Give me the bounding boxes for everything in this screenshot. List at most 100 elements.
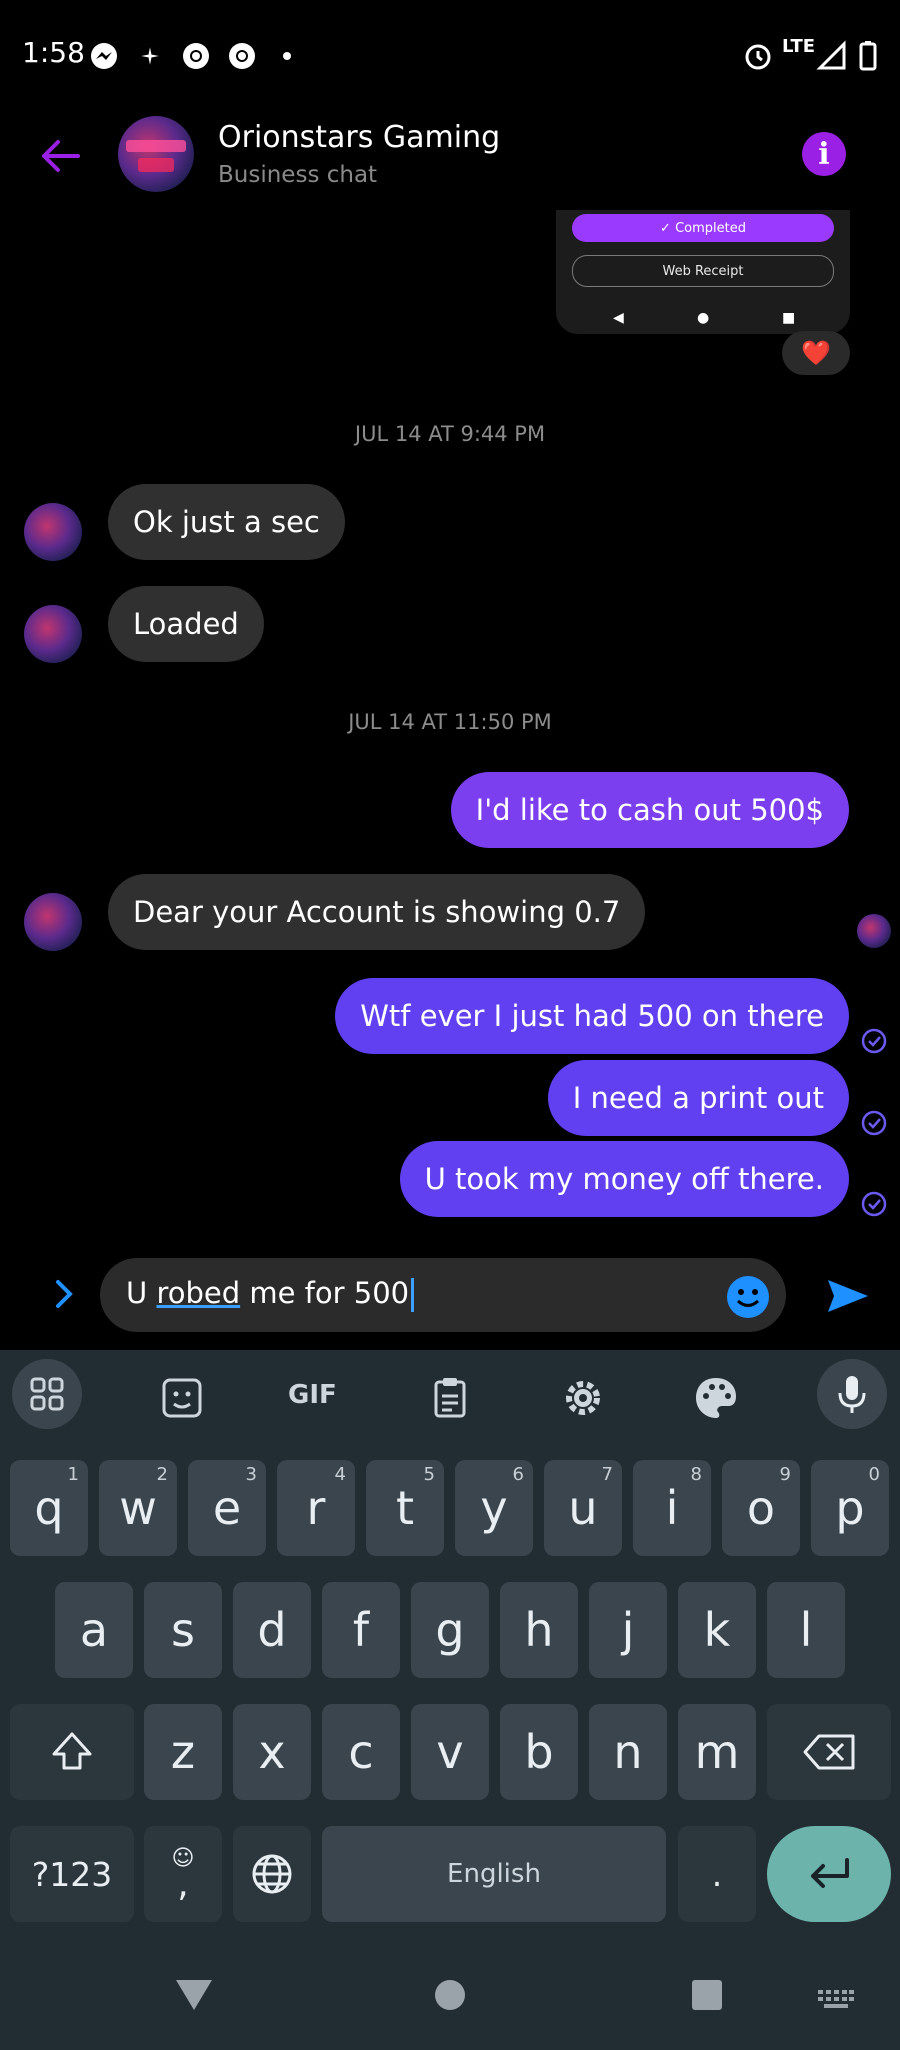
key-n[interactable]: n: [589, 1704, 667, 1800]
key-x[interactable]: x: [233, 1704, 311, 1800]
sender-avatar: [24, 503, 82, 561]
key-z[interactable]: z: [144, 1704, 222, 1800]
key-p[interactable]: p0: [811, 1460, 889, 1556]
key-hint: 2: [156, 1464, 168, 1485]
timestamp: JUL 14 AT 11:50 PM: [348, 710, 552, 734]
message-bubble-outgoing[interactable]: U took my money off there.: [399, 1141, 849, 1217]
key-d[interactable]: d: [233, 1582, 311, 1678]
image-completed-button: ✓ Completed: [572, 214, 834, 242]
backspace-key[interactable]: [767, 1704, 891, 1800]
apps-icon[interactable]: [12, 1359, 82, 1429]
timestamp: JUL 14 AT 9:44 PM: [354, 422, 546, 446]
key-label: u: [568, 1481, 598, 1535]
sender-avatar: [24, 605, 82, 663]
language-key[interactable]: [233, 1826, 311, 1922]
key-hint: 5: [423, 1464, 435, 1485]
key-f[interactable]: f: [322, 1582, 400, 1678]
enter-key[interactable]: [767, 1826, 891, 1922]
key-label: y: [480, 1481, 508, 1535]
chrome-icon: [229, 43, 255, 69]
back-arrow-icon[interactable]: [38, 134, 82, 178]
key-m[interactable]: m: [678, 1704, 756, 1800]
key-q[interactable]: q1: [10, 1460, 88, 1556]
message-input-text[interactable]: U robed me for 500: [126, 1276, 415, 1312]
key-t[interactable]: t5: [366, 1460, 444, 1556]
heart-reaction[interactable]: ❤️: [782, 331, 850, 375]
enter-icon: [811, 1858, 849, 1888]
keyboard-switch-icon[interactable]: [818, 1990, 854, 2010]
space-key[interactable]: English: [322, 1826, 666, 1922]
key-u[interactable]: u7: [544, 1460, 622, 1556]
key-j[interactable]: j: [589, 1582, 667, 1678]
mic-icon[interactable]: [817, 1359, 887, 1429]
message-bubble-incoming[interactable]: Dear your Account is showing 0.7: [108, 874, 646, 950]
globe-icon: [252, 1854, 292, 1894]
key-e[interactable]: e3: [188, 1460, 266, 1556]
keyboard: [0, 1350, 900, 2050]
key-label: ,: [177, 1864, 189, 1905]
shift-key[interactable]: [10, 1704, 134, 1800]
key-r[interactable]: r4: [277, 1460, 355, 1556]
message-bubble-incoming[interactable]: Ok just a sec: [108, 484, 345, 560]
key-s[interactable]: s: [144, 1582, 222, 1678]
palette-icon[interactable]: [690, 1372, 742, 1424]
message-bubble-outgoing[interactable]: Wtf ever I just had 500 on there: [335, 978, 849, 1054]
key-label: w: [119, 1481, 157, 1535]
emoji-icon[interactable]: [727, 1276, 769, 1318]
key-w[interactable]: w2: [99, 1460, 177, 1556]
key-hint: 0: [868, 1464, 880, 1485]
input-text-part: me for 500: [240, 1276, 410, 1310]
contact-avatar[interactable]: [118, 116, 194, 192]
backspace-icon: [803, 1734, 855, 1770]
period-key[interactable]: .: [678, 1826, 756, 1922]
send-icon[interactable]: [826, 1276, 870, 1316]
nav-back-icon[interactable]: [174, 1978, 214, 2012]
pinwheel-icon: [141, 47, 159, 65]
delivered-check-icon: [861, 1028, 887, 1054]
key-hint: 1: [67, 1464, 79, 1485]
image-nav-recents-icon: ■: [782, 310, 796, 326]
settings-icon[interactable]: [557, 1372, 609, 1424]
clipboard-icon[interactable]: [424, 1372, 476, 1424]
alarm-icon: [745, 44, 771, 70]
info-icon[interactable]: i: [802, 132, 846, 176]
input-text-part: U: [126, 1276, 157, 1310]
chat-title[interactable]: Orionstars Gaming: [218, 120, 500, 155]
gif-button[interactable]: GIF: [288, 1380, 337, 1410]
nav-home-icon[interactable]: [434, 1978, 466, 2012]
key-l[interactable]: l: [767, 1582, 845, 1678]
network-label: LTE: [782, 36, 816, 57]
symbols-key[interactable]: ?123: [10, 1826, 134, 1922]
shift-icon: [52, 1732, 92, 1770]
key-b[interactable]: b: [500, 1704, 578, 1800]
messenger-icon: [91, 43, 117, 69]
key-a[interactable]: a: [55, 1582, 133, 1678]
nav-recents-icon[interactable]: [690, 1978, 724, 2012]
expand-actions-icon[interactable]: [46, 1276, 82, 1312]
key-c[interactable]: c: [322, 1704, 400, 1800]
message-bubble-outgoing[interactable]: I need a print out: [547, 1060, 849, 1136]
sticker-icon[interactable]: [156, 1372, 208, 1424]
input-text-underlined: robed: [156, 1276, 241, 1310]
status-time: 1:58: [22, 36, 85, 69]
message-bubble-outgoing[interactable]: I'd like to cash out 500$: [450, 772, 849, 848]
heart-reaction-label: ❤️: [801, 339, 831, 367]
key-y[interactable]: y6: [455, 1460, 533, 1556]
key-label: o: [746, 1481, 776, 1535]
image-web-receipt-button: Web Receipt: [572, 255, 834, 287]
key-h[interactable]: h: [500, 1582, 578, 1678]
key-label: p: [835, 1481, 865, 1535]
sender-avatar: [24, 893, 82, 951]
image-completed-label: Completed: [675, 220, 746, 236]
key-label: r: [306, 1481, 326, 1535]
key-hint: 4: [334, 1464, 346, 1485]
comma-key[interactable]: ☺ ,: [144, 1826, 222, 1922]
battery-icon: [859, 41, 877, 71]
key-k[interactable]: k: [678, 1582, 756, 1678]
key-label: q: [34, 1481, 64, 1535]
key-o[interactable]: o9: [722, 1460, 800, 1556]
key-i[interactable]: i8: [633, 1460, 711, 1556]
key-v[interactable]: v: [411, 1704, 489, 1800]
key-g[interactable]: g: [411, 1582, 489, 1678]
message-bubble-incoming[interactable]: Loaded: [108, 586, 264, 662]
